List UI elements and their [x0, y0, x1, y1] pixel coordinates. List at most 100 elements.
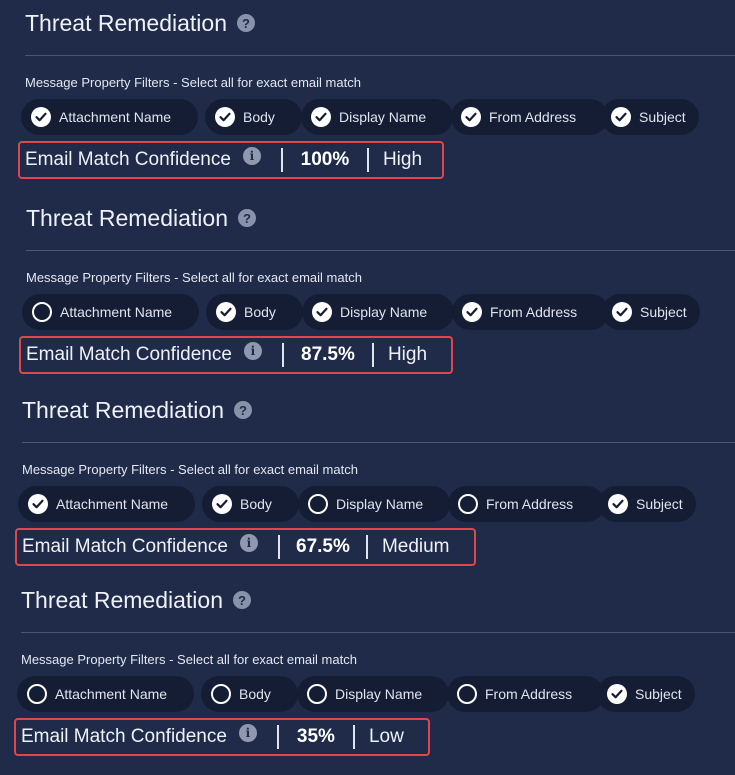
help-icon[interactable]: ? [233, 591, 251, 609]
help-icon[interactable]: ? [237, 14, 255, 32]
divider [21, 632, 735, 633]
checkmark-circle-icon [611, 107, 631, 127]
chip-label: Subject [635, 686, 682, 702]
filter-chip-subject[interactable]: Subject [602, 294, 700, 330]
checkmark-circle-icon [216, 302, 236, 322]
unchecked-circle-icon [308, 494, 328, 514]
filter-chip-from-address[interactable]: From Address [447, 676, 604, 712]
chip-label: Display Name [336, 496, 424, 512]
filter-chip-subject[interactable]: Subject [597, 676, 695, 712]
unchecked-circle-icon [458, 494, 478, 514]
filter-chip-display-name[interactable]: Display Name [301, 99, 453, 135]
filter-chip-attachment-name[interactable]: Attachment Name [21, 99, 198, 135]
chip-label: Display Name [340, 304, 428, 320]
confidence-label: Email Match Confidence [22, 536, 228, 557]
info-icon[interactable]: i [242, 147, 261, 165]
filter-chip-subject[interactable]: Subject [601, 99, 699, 135]
chip-label: Display Name [335, 686, 423, 702]
threat-remediation-panel: Threat Remediation ? Message Property Fi… [0, 585, 735, 775]
filter-chip-from-address[interactable]: From Address [452, 294, 609, 330]
filter-chip-subject[interactable]: Subject [598, 486, 696, 522]
filter-chip-attachment-name[interactable]: Attachment Name [18, 486, 195, 522]
threat-remediation-panel: Threat Remediation ? Message Property Fi… [0, 203, 735, 393]
info-icon[interactable]: i [239, 534, 258, 552]
panel-header: Threat Remediation ? [25, 8, 255, 38]
panel-header: Threat Remediation ? [22, 395, 252, 425]
filter-chip-body[interactable]: Body [201, 676, 298, 712]
chip-label: Body [239, 686, 271, 702]
chip-label: From Address [486, 496, 574, 512]
chip-label: From Address [490, 304, 578, 320]
checkmark-circle-icon [215, 107, 235, 127]
chip-label: Subject [640, 304, 687, 320]
panel-title: Threat Remediation [21, 586, 223, 613]
filter-chip-display-name[interactable]: Display Name [298, 486, 450, 522]
chip-label: Attachment Name [59, 109, 172, 125]
divider [25, 55, 735, 56]
checkmark-circle-icon [31, 107, 51, 127]
info-icon[interactable]: i [238, 724, 257, 742]
confidence-level: High [382, 149, 423, 170]
panel-header: Threat Remediation ? [21, 585, 251, 615]
threat-remediation-panel: Threat Remediation ? Message Property Fi… [0, 395, 735, 585]
filter-chip-display-name[interactable]: Display Name [297, 676, 449, 712]
confidence-label: Email Match Confidence [21, 726, 227, 747]
checkmark-circle-icon [462, 302, 482, 322]
unchecked-circle-icon [211, 684, 231, 704]
chip-label: Attachment Name [55, 686, 168, 702]
filter-chip-from-address[interactable]: From Address [448, 486, 605, 522]
filter-chip-body[interactable]: Body [205, 99, 302, 135]
confidence-value: 67.5% [296, 536, 350, 557]
confidence-label: Email Match Confidence [26, 344, 232, 365]
filters-label: Message Property Filters - Select all fo… [25, 75, 361, 90]
filter-chip-body[interactable]: Body [206, 294, 303, 330]
chip-label: Subject [639, 109, 686, 125]
checkmark-circle-icon [212, 494, 232, 514]
unchecked-circle-icon [27, 684, 47, 704]
info-icon[interactable]: i [243, 342, 262, 360]
chip-label: Display Name [339, 109, 427, 125]
chip-label: Body [243, 109, 275, 125]
chip-label: Attachment Name [60, 304, 173, 320]
panel-title: Threat Remediation [22, 396, 224, 423]
checkmark-circle-icon [312, 302, 332, 322]
confidence-level: Medium [381, 536, 450, 557]
panel-title: Threat Remediation [26, 204, 228, 231]
chip-label: Subject [636, 496, 683, 512]
chip-label: Body [240, 496, 272, 512]
checkmark-circle-icon [607, 684, 627, 704]
confidence-level: Low [368, 726, 404, 747]
filter-chip-body[interactable]: Body [202, 486, 299, 522]
unchecked-circle-icon [32, 302, 52, 322]
chip-label: Body [244, 304, 276, 320]
chip-label: From Address [485, 686, 573, 702]
divider [22, 442, 735, 443]
email-match-confidence: Email Match Confidence i 87.5% High [19, 336, 453, 374]
email-match-confidence: Email Match Confidence i 35% Low [14, 718, 430, 756]
filter-chip-display-name[interactable]: Display Name [302, 294, 454, 330]
filters-label: Message Property Filters - Select all fo… [22, 462, 358, 477]
filters-label: Message Property Filters - Select all fo… [21, 652, 357, 667]
filters-label: Message Property Filters - Select all fo… [26, 270, 362, 285]
unchecked-circle-icon [307, 684, 327, 704]
confidence-value: 87.5% [301, 344, 355, 365]
filter-chip-attachment-name[interactable]: Attachment Name [22, 294, 199, 330]
panel-header: Threat Remediation ? [26, 203, 256, 233]
filter-chip-attachment-name[interactable]: Attachment Name [17, 676, 194, 712]
confidence-label: Email Match Confidence [25, 149, 231, 170]
confidence-level: High [387, 344, 428, 365]
help-icon[interactable]: ? [238, 209, 256, 227]
unchecked-circle-icon [457, 684, 477, 704]
chip-label: Attachment Name [56, 496, 169, 512]
email-match-confidence: Email Match Confidence i 67.5% Medium [15, 528, 476, 566]
checkmark-circle-icon [461, 107, 481, 127]
confidence-value: 35% [296, 726, 335, 747]
filter-chip-from-address[interactable]: From Address [451, 99, 608, 135]
chip-label: From Address [489, 109, 577, 125]
divider [26, 250, 735, 251]
help-icon[interactable]: ? [234, 401, 252, 419]
confidence-value: 100% [300, 149, 350, 170]
checkmark-circle-icon [608, 494, 628, 514]
checkmark-circle-icon [311, 107, 331, 127]
checkmark-circle-icon [612, 302, 632, 322]
